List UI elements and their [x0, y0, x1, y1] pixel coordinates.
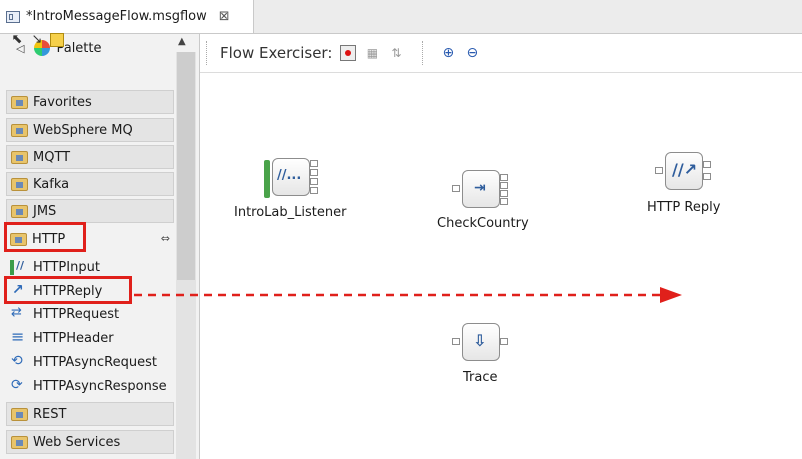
drag-arrow-annotation [134, 287, 682, 303]
drag-arrow-head [660, 287, 682, 303]
